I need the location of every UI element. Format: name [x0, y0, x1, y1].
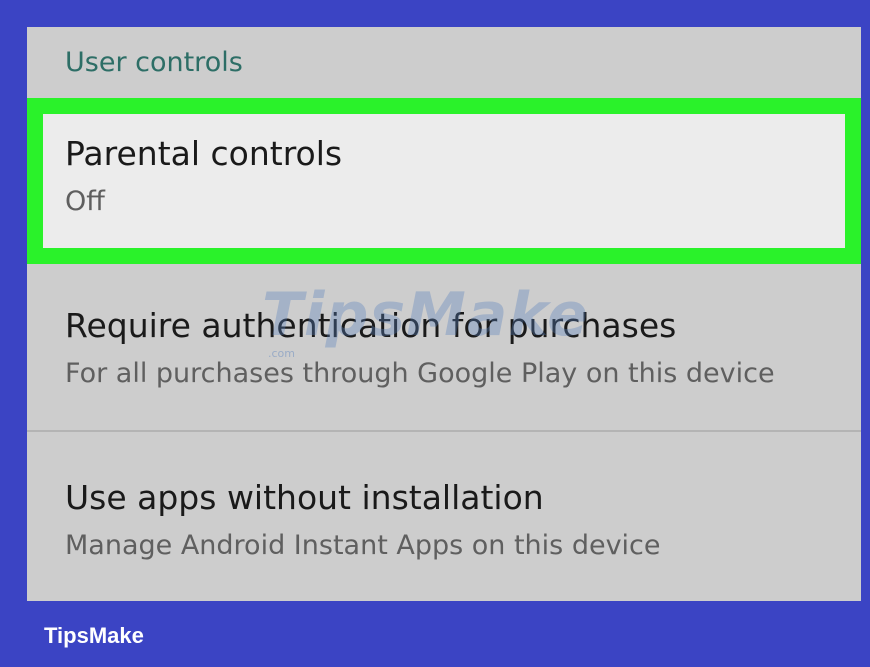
- instant-apps-title: Use apps without installation: [65, 478, 544, 517]
- require-authentication-subtitle: For all purchases through Google Play on…: [65, 358, 775, 389]
- settings-item-require-authentication[interactable]: Require authentication for purchases For…: [27, 264, 861, 430]
- require-authentication-title: Require authentication for purchases: [65, 306, 677, 345]
- settings-item-instant-apps[interactable]: Use apps without installation Manage And…: [27, 432, 861, 601]
- parental-controls-title: Parental controls: [65, 134, 343, 173]
- settings-item-parental-controls[interactable]: Parental controls Off: [43, 114, 845, 248]
- highlight-frame: Parental controls Off: [27, 98, 861, 264]
- parental-controls-status: Off: [65, 186, 105, 217]
- instant-apps-subtitle: Manage Android Instant Apps on this devi…: [65, 530, 661, 561]
- settings-panel: User controls Parental controls Off Requ…: [27, 27, 861, 601]
- section-header-user-controls: User controls: [65, 47, 243, 78]
- brand-label: TipsMake: [44, 623, 144, 648]
